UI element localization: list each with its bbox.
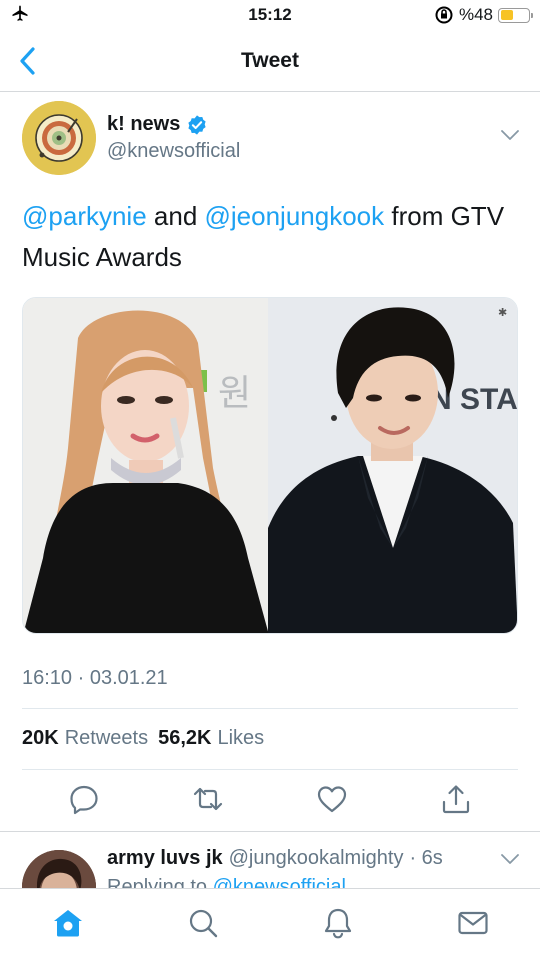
notifications-icon[interactable]	[321, 906, 355, 940]
battery-icon	[498, 7, 533, 23]
search-icon[interactable]	[186, 906, 220, 940]
reply-age: · 6s	[409, 847, 443, 869]
replying-to: Replying to @knewsofficial	[107, 874, 346, 888]
tweet-text: @parkynie and @jeonjungkook from GTV Mus…	[22, 196, 522, 278]
battery-percent: %48	[458, 5, 493, 24]
reply-icon[interactable]	[67, 782, 101, 816]
likes-count: 56,2K	[158, 727, 212, 749]
page-title: Tweet	[241, 49, 299, 72]
likes-label: Likes	[217, 727, 265, 749]
chevron-down-icon[interactable]	[500, 852, 520, 866]
divider	[0, 831, 540, 832]
svg-text:✱: ✱	[498, 306, 507, 319]
author-avatar[interactable]	[22, 101, 96, 175]
divider	[22, 769, 518, 770]
verified-badge-icon	[188, 114, 206, 135]
like-icon[interactable]	[315, 782, 349, 816]
reply-author-handle[interactable]: @jungkookalmighty	[229, 847, 404, 870]
tweet-stats: 20K Retweets 56,2K Likes	[22, 727, 264, 750]
retweets-count: 20K	[22, 727, 59, 749]
replying-prefix: Replying to	[107, 876, 208, 888]
messages-icon[interactable]	[456, 906, 490, 940]
tweet-text-part: and	[146, 201, 205, 231]
home-icon[interactable]	[51, 906, 85, 940]
tab-bar	[0, 888, 540, 960]
media-photo-right[interactable]: N STA ✱	[268, 298, 517, 633]
retweet-icon[interactable]	[191, 782, 225, 816]
mention-link[interactable]: @jeonjungkook	[205, 201, 385, 231]
author-handle[interactable]: @knewsofficial	[107, 140, 240, 163]
reply-author-name[interactable]: army luvs jk	[107, 847, 223, 870]
nav-bar: Tweet	[0, 30, 540, 92]
author-name[interactable]: k! news	[107, 113, 180, 136]
author-name-row[interactable]: k! news	[107, 113, 208, 136]
reply-header[interactable]: army luvs jk @jungkookalmighty · 6s	[107, 847, 443, 870]
rotation-lock-icon	[435, 6, 453, 24]
media-photo-left[interactable]: 원	[23, 298, 269, 633]
photo-sign-text: 원	[218, 373, 251, 414]
share-icon[interactable]	[439, 782, 473, 816]
likes-stat[interactable]: 56,2K Likes	[158, 727, 264, 750]
status-bar: 15:12 %48	[0, 0, 540, 30]
photo-sign-text: N STA	[430, 383, 517, 416]
tweet-actions	[0, 782, 540, 822]
tweet-media[interactable]: 원 N STA ✱	[22, 297, 518, 634]
mention-link[interactable]: @parkynie	[22, 201, 147, 231]
retweets-label: Retweets	[64, 727, 149, 749]
divider	[22, 708, 518, 709]
replying-to-link[interactable]: @knewsofficial	[213, 876, 346, 888]
tweet-timestamp: 16:10 · 03.01.21	[22, 667, 168, 689]
chevron-down-icon[interactable]	[500, 128, 520, 142]
retweets-stat[interactable]: 20K Retweets	[22, 727, 148, 750]
